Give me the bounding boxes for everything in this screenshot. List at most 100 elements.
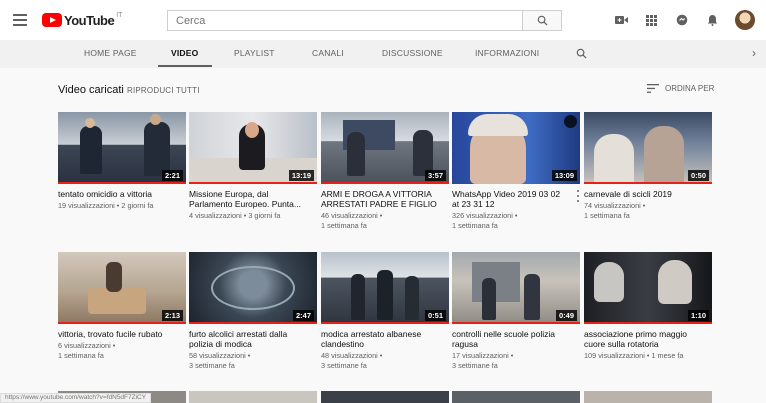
video-card[interactable]: 0:51 modica arrestato albanese clandestin… bbox=[321, 252, 449, 371]
video-title[interactable]: ARMI E DROGA A VITTORIA ARRESTATI PADRE E… bbox=[321, 189, 449, 209]
video-duration: 0:51 bbox=[424, 310, 446, 321]
video-thumbnail[interactable]: 0:50 bbox=[584, 112, 712, 184]
video-meta: 58 visualizzazioni • 3 settimane fa bbox=[189, 351, 251, 370]
search-field[interactable] bbox=[167, 10, 523, 31]
notifications-bell-icon[interactable] bbox=[705, 13, 719, 27]
video-meta: 19 visualizzazioni • 2 giorni fa bbox=[58, 201, 154, 210]
video-card[interactable]: 2:13 vittoria, trovato fucile rubato 6 v… bbox=[58, 252, 186, 361]
video-card[interactable]: 3:57 ARMI E DROGA A VITTORIA ARRESTATI PA… bbox=[321, 112, 449, 231]
video-title[interactable]: vittoria, trovato fucile rubato bbox=[58, 329, 186, 339]
channel-tabs: HOME PAGE VIDEO PLAYLIST CANALI DISCUSSI… bbox=[0, 40, 766, 68]
video-thumbnail[interactable]: 0:49 bbox=[452, 252, 580, 324]
tab-discussione[interactable]: DISCUSSIONE bbox=[382, 48, 443, 58]
video-card[interactable] bbox=[189, 391, 317, 403]
video-card[interactable] bbox=[452, 391, 580, 403]
chevron-right-icon[interactable]: › bbox=[752, 46, 756, 60]
video-meta: 74 visualizzazioni • 1 settimana fa bbox=[584, 201, 646, 220]
watched-progress-bar bbox=[321, 182, 449, 184]
video-duration: 2:21 bbox=[161, 170, 183, 181]
sort-label: ORDINA PER bbox=[665, 84, 715, 93]
video-card[interactable]: 2:21 tentato omicidio a vittoria 19 visu… bbox=[58, 112, 186, 211]
watched-progress-bar bbox=[58, 182, 186, 184]
video-card[interactable]: 0:50 carnevale di scicli 2019 74 visuali… bbox=[584, 112, 712, 221]
video-thumbnail[interactable] bbox=[452, 391, 580, 403]
tab-video[interactable]: VIDEO bbox=[171, 48, 198, 58]
masthead: YouTube IT bbox=[0, 0, 766, 40]
video-card[interactable] bbox=[321, 391, 449, 403]
video-duration: 2:47 bbox=[292, 310, 314, 321]
video-thumbnail[interactable]: 3:57 bbox=[321, 112, 449, 184]
video-thumbnail[interactable]: 13:19 bbox=[189, 112, 317, 184]
video-duration: 2:13 bbox=[161, 310, 183, 321]
video-thumbnail[interactable]: 0:51 bbox=[321, 252, 449, 324]
video-duration: 0:50 bbox=[687, 170, 709, 181]
video-card[interactable]: 2:47 furto alcolici arrestati dalla poliz… bbox=[189, 252, 317, 371]
video-title[interactable]: carnevale di scicli 2019 bbox=[584, 189, 712, 199]
avatar[interactable] bbox=[735, 10, 755, 30]
search-button[interactable] bbox=[522, 10, 562, 31]
video-title[interactable]: controlli nelle scuole polizia ragusa bbox=[452, 329, 580, 349]
video-meta: 46 visualizzazioni • 1 settimana fa bbox=[321, 211, 383, 230]
video-duration: 3:57 bbox=[424, 170, 446, 181]
video-thumbnail[interactable] bbox=[189, 391, 317, 403]
video-title[interactable]: furto alcolici arrestati dalla polizia di… bbox=[189, 329, 317, 349]
upload-video-icon[interactable] bbox=[614, 13, 628, 27]
video-duration: 1:10 bbox=[687, 310, 709, 321]
watched-progress-bar bbox=[584, 322, 712, 324]
video-meta: 6 visualizzazioni • 1 settimana fa bbox=[58, 341, 116, 360]
video-meta: 109 visualizzazioni • 1 mese fa bbox=[584, 351, 684, 360]
youtube-logo[interactable]: YouTube IT bbox=[42, 11, 122, 29]
video-card[interactable]: 13:19 Missione Europa, dal Parlamento Eur… bbox=[189, 112, 317, 221]
video-thumbnail[interactable] bbox=[584, 391, 712, 403]
watched-progress-bar bbox=[452, 322, 580, 324]
video-title[interactable]: Missione Europa, dal Parlamento Europeo. … bbox=[189, 189, 317, 209]
channel-search-icon[interactable] bbox=[576, 46, 587, 64]
video-title[interactable]: WhatsApp Video 2019 03 02 at 23 31 12 bbox=[452, 189, 580, 209]
video-meta: 326 visualizzazioni • 1 settimana fa bbox=[452, 211, 518, 230]
video-duration: 13:19 bbox=[288, 170, 314, 181]
video-meta: 48 visualizzazioni • 3 settimane fa bbox=[321, 351, 383, 370]
watched-progress-bar bbox=[584, 182, 712, 184]
video-card[interactable]: 1:10 associazione primo maggio cuore sull… bbox=[584, 252, 712, 361]
play-all-button[interactable]: RIPRODUCI TUTTI bbox=[127, 86, 200, 95]
section-title: Video caricati bbox=[58, 84, 124, 96]
video-title[interactable]: associazione primo maggio cuore sulla rot… bbox=[584, 329, 712, 349]
link-status-bar: https://www.youtube.com/watch?v=fdN5dF7Z… bbox=[0, 393, 152, 403]
active-tab-indicator bbox=[158, 65, 212, 67]
video-thumbnail[interactable]: 1:10 bbox=[584, 252, 712, 324]
video-thumbnail[interactable] bbox=[321, 391, 449, 403]
video-title[interactable]: tentato omicidio a vittoria bbox=[58, 189, 186, 199]
watch-later-icon[interactable] bbox=[564, 115, 577, 128]
video-thumbnail[interactable]: 13:09 bbox=[452, 112, 580, 184]
apps-grid-icon[interactable] bbox=[644, 13, 658, 27]
watched-progress-bar bbox=[189, 322, 317, 324]
menu-icon[interactable] bbox=[13, 14, 27, 26]
video-thumbnail[interactable]: 2:13 bbox=[58, 252, 186, 324]
sort-icon bbox=[647, 84, 659, 93]
sort-button[interactable]: ORDINA PER bbox=[647, 84, 714, 93]
tab-playlist[interactable]: PLAYLIST bbox=[234, 48, 275, 58]
logo-country-code: IT bbox=[116, 11, 123, 19]
search-icon bbox=[537, 15, 548, 26]
tab-canali[interactable]: CANALI bbox=[312, 48, 344, 58]
watched-progress-bar bbox=[321, 322, 449, 324]
video-duration: 13:09 bbox=[551, 170, 577, 181]
video-thumbnail[interactable]: 2:47 bbox=[189, 252, 317, 324]
logo-text: YouTube bbox=[64, 12, 115, 28]
video-card[interactable]: 13:09 WhatsApp Video 2019 03 02 at 23 31 … bbox=[452, 112, 580, 231]
more-options-icon[interactable] bbox=[577, 190, 580, 202]
tab-informazioni[interactable]: INFORMAZIONI bbox=[475, 48, 539, 58]
video-meta: 4 visualizzazioni • 3 giorni fa bbox=[189, 211, 281, 220]
video-meta: 17 visualizzazioni • 3 settimane fa bbox=[452, 351, 514, 370]
youtube-play-icon bbox=[42, 13, 62, 27]
watched-progress-bar bbox=[58, 322, 186, 324]
video-duration: 0:49 bbox=[555, 310, 577, 321]
messages-icon[interactable] bbox=[675, 13, 689, 27]
video-title[interactable]: modica arrestato albanese clandestino bbox=[321, 329, 449, 349]
tab-home-page[interactable]: HOME PAGE bbox=[84, 48, 137, 58]
video-thumbnail[interactable]: 2:21 bbox=[58, 112, 186, 184]
video-card[interactable]: 0:49 controlli nelle scuole polizia ragus… bbox=[452, 252, 580, 371]
video-card[interactable] bbox=[584, 391, 712, 403]
search-input[interactable] bbox=[168, 11, 522, 31]
watched-progress-bar bbox=[189, 182, 317, 184]
